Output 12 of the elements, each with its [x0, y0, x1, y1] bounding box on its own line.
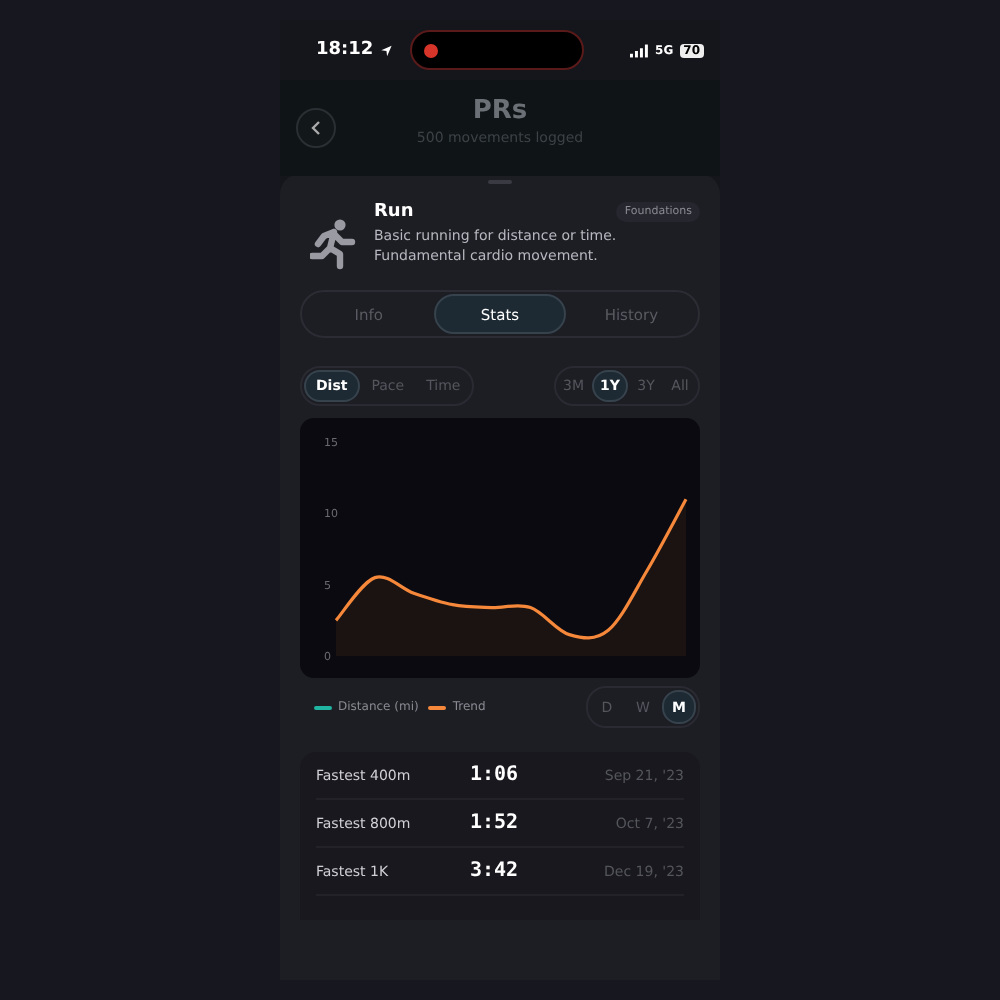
movement-name: Run: [374, 202, 414, 222]
record-value: 1:52: [470, 812, 521, 834]
runner-icon: [310, 218, 358, 270]
signal-icon: [630, 43, 650, 57]
back-chevron-icon: [310, 120, 322, 136]
back-button[interactable]: [296, 108, 336, 148]
location-arrow-icon: [379, 43, 393, 57]
status-time: 18:12: [316, 40, 374, 60]
recording-dot: [424, 43, 439, 57]
record-value: 3:42: [470, 860, 521, 882]
page-title: PRs: [472, 96, 528, 126]
record-value: 1:06: [470, 764, 521, 786]
